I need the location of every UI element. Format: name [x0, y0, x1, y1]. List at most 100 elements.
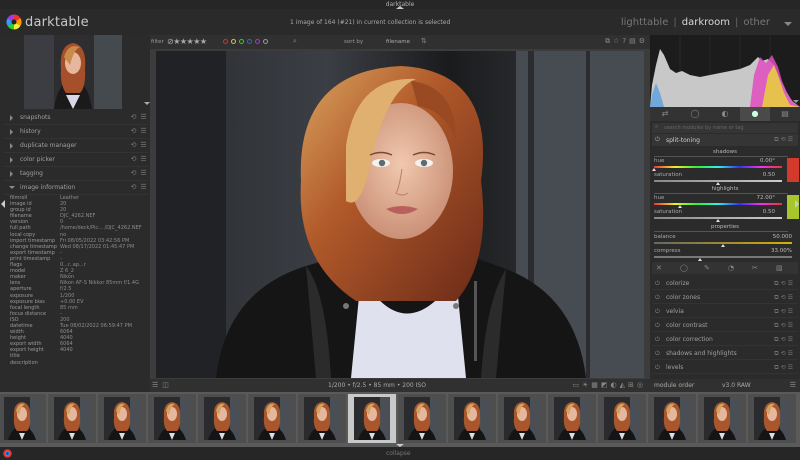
parametric-mask-icon[interactable]: ◔: [728, 264, 734, 272]
filmstrip-thumbnail[interactable]: [248, 394, 296, 443]
star-icon[interactable]: ☆: [613, 37, 622, 45]
reset-icon[interactable]: ⟲: [130, 170, 137, 177]
focus-peaking-icon[interactable]: ◎: [637, 381, 646, 389]
power-icon[interactable]: ⏻: [655, 322, 660, 330]
view-other[interactable]: other: [743, 17, 770, 28]
compress-slider[interactable]: [654, 256, 792, 258]
filmstrip-thumbnail[interactable]: [98, 394, 146, 443]
reset-icon[interactable]: ⟲: [781, 280, 788, 287]
highlights-hue-marker-icon[interactable]: [677, 205, 682, 208]
filmstrip-thumbnail[interactable]: [48, 394, 96, 443]
sort-direction-icon[interactable]: ⇅: [421, 37, 427, 45]
power-icon[interactable]: ⏻: [655, 136, 660, 144]
module-list-item[interactable]: ⏻ levels ⧉⟲☰: [652, 361, 798, 374]
module-snapshots[interactable]: snapshots ⟲ ☰: [4, 111, 148, 125]
shadows-hue-marker-icon[interactable]: [652, 168, 656, 171]
shadows-hue-slider[interactable]: [654, 166, 782, 168]
preferences-gear-icon[interactable]: ⚙: [639, 37, 648, 45]
module-list-item[interactable]: ⏻ shadows and highlights ⧉⟲☰: [652, 347, 798, 360]
filmstrip-thumbnail[interactable]: [0, 394, 46, 443]
menu-icon[interactable]: ☰: [140, 156, 147, 163]
filmstrip-thumbnail[interactable]: [398, 394, 446, 443]
filmstrip-thumbnail[interactable]: [298, 394, 346, 443]
module-order-menu-icon[interactable]: ☰: [790, 381, 796, 389]
filmstrip-thumbnail[interactable]: [598, 394, 646, 443]
filmstrip-thumbnail[interactable]: [748, 394, 796, 443]
softproof-icon[interactable]: ◐: [611, 381, 620, 389]
presets-icon[interactable]: ☰: [788, 322, 795, 329]
module-list-item[interactable]: ⏻ velvia ⧉⟲☰: [652, 305, 798, 318]
search-icon[interactable]: ⌕: [293, 37, 297, 46]
reset-icon[interactable]: ⟲: [130, 128, 137, 135]
filmstrip-thumbnail[interactable]: [198, 394, 246, 443]
tab-correct[interactable]: ▤: [770, 107, 800, 121]
color-assessment-icon[interactable]: ☀: [582, 381, 591, 389]
reset-icon[interactable]: ⟲: [781, 136, 788, 143]
rating-filter[interactable]: ⊘★★★★★: [167, 37, 207, 46]
power-icon[interactable]: ⏻: [655, 364, 660, 372]
filmstrip-thumbnail[interactable]: [148, 394, 196, 443]
balance-marker-icon[interactable]: [721, 244, 725, 247]
guides-icon[interactable]: ⊞: [628, 381, 637, 389]
power-icon[interactable]: ⏻: [655, 336, 660, 344]
filmstrip-thumbnail[interactable]: [648, 394, 696, 443]
tab-active-modules[interactable]: ◯: [680, 107, 710, 121]
blend-off-icon[interactable]: ✕: [656, 264, 662, 272]
purple-label-icon[interactable]: [255, 39, 260, 44]
menu-icon[interactable]: ☰: [140, 142, 147, 149]
right-panel-toggle-icon[interactable]: [795, 200, 799, 208]
presets-icon[interactable]: ☰: [788, 364, 795, 371]
presets-icon[interactable]: ☰: [788, 136, 795, 143]
color-label-filter[interactable]: [223, 39, 268, 44]
module-list-item[interactable]: ⏻ color zones ⧉⟲☰: [652, 291, 798, 304]
menu-icon[interactable]: ☰: [140, 128, 147, 135]
shadows-sat-marker-icon[interactable]: [716, 182, 720, 185]
raw-overexposed-icon[interactable]: ▦: [591, 381, 601, 389]
tab-quick-access[interactable]: ⇄: [650, 107, 680, 121]
gamut-check-icon[interactable]: ◭: [620, 381, 628, 389]
reset-icon[interactable]: ⟲: [781, 308, 788, 315]
navigation-thumbnail[interactable]: [24, 35, 122, 109]
module-list-item[interactable]: ⏻ color contrast ⧉⟲☰: [652, 319, 798, 332]
module-duplicate-manager[interactable]: duplicate manager ⟲ ☰: [4, 139, 148, 153]
filmstrip-thumbnail[interactable]: [498, 394, 546, 443]
menu-icon[interactable]: ☰: [140, 170, 147, 177]
module-search[interactable]: ⌕ search modules by name or tag: [652, 123, 798, 133]
module-history[interactable]: history ⟲ ☰: [4, 125, 148, 139]
second-window-icon[interactable]: ▭: [572, 381, 582, 389]
reset-icon[interactable]: ⟲: [130, 156, 137, 163]
reset-icon[interactable]: ⟲: [130, 114, 137, 121]
reset-icon[interactable]: ⟲: [130, 184, 137, 191]
module-list-item[interactable]: ⏻ color correction ⧉⟲☰: [652, 333, 798, 346]
histogram[interactable]: [650, 35, 800, 107]
presets-icon[interactable]: ☰: [788, 308, 795, 315]
uniform-blend-icon[interactable]: ◯: [680, 264, 688, 272]
combined-mask-icon[interactable]: ✂: [752, 264, 758, 272]
module-image-information[interactable]: image information ⟲ ☰: [4, 181, 148, 195]
filmstrip[interactable]: [0, 392, 800, 447]
compress-marker-icon[interactable]: [697, 258, 702, 261]
reset-icon[interactable]: ⟲: [781, 336, 788, 343]
blue-label-icon[interactable]: [247, 39, 252, 44]
view-darkroom[interactable]: darkroom: [682, 17, 730, 28]
yellow-label-icon[interactable]: [231, 39, 236, 44]
views-dropdown-icon[interactable]: [784, 22, 792, 26]
tab-base[interactable]: ◐: [710, 107, 740, 121]
shadows-color-swatch[interactable]: [787, 158, 799, 182]
reset-icon[interactable]: ⟲: [781, 322, 788, 329]
power-icon[interactable]: ⏻: [655, 350, 660, 358]
split-toning-header[interactable]: ⏻ split-toning ⧉⟲☰: [652, 134, 798, 146]
menu-icon[interactable]: ☰: [140, 184, 147, 191]
filmstrip-thumbnail[interactable]: [548, 394, 596, 443]
green-label-icon[interactable]: [239, 39, 244, 44]
reset-icon[interactable]: ⟲: [781, 350, 788, 357]
drawn-mask-icon[interactable]: ✎: [704, 264, 710, 272]
filmstrip-thumbnail[interactable]: [448, 394, 496, 443]
reset-icon[interactable]: ⟲: [781, 364, 788, 371]
filmstrip-thumbnail[interactable]: [348, 394, 396, 443]
red-label-icon[interactable]: [223, 39, 228, 44]
power-icon[interactable]: ⏻: [655, 280, 660, 288]
presets-icon[interactable]: ☰: [788, 336, 795, 343]
styles-icon[interactable]: ◫: [162, 381, 173, 389]
presets-icon[interactable]: ☰: [788, 350, 795, 357]
